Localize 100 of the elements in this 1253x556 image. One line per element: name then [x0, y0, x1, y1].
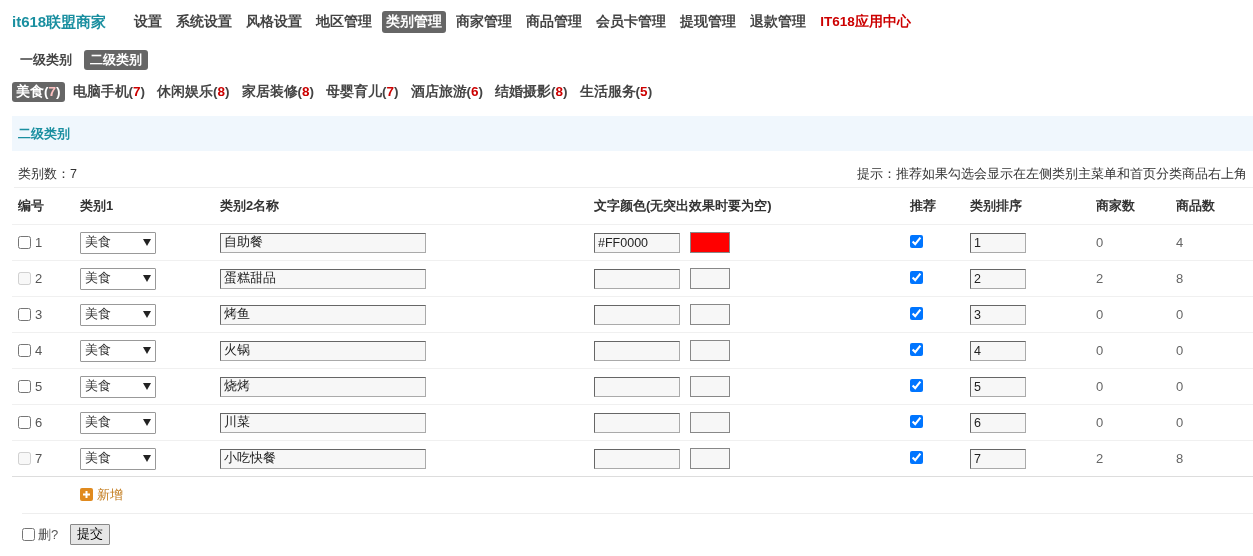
- color-swatch[interactable]: [690, 232, 730, 253]
- category-select[interactable]: 美食: [80, 303, 156, 326]
- nav-tab[interactable]: 类别管理: [382, 11, 447, 33]
- caret-icon: [143, 275, 151, 282]
- delete-label: 删?: [38, 525, 59, 544]
- color-swatch[interactable]: [690, 376, 730, 397]
- nav-tab[interactable]: 商品管理: [522, 11, 587, 33]
- category-tab[interactable]: 家居装修(8): [237, 82, 319, 102]
- nav-tab[interactable]: 商家管理: [452, 11, 517, 33]
- goods-count: 8: [1176, 271, 1184, 286]
- submit-button[interactable]: 提交: [70, 524, 111, 545]
- caret-icon: [143, 383, 151, 390]
- column-header: 文字颜色(无突出效果时要为空): [594, 198, 772, 213]
- row-checkbox[interactable]: [18, 380, 31, 393]
- caret-icon: [143, 347, 151, 354]
- column-header: 商品数: [1176, 198, 1215, 213]
- caret-icon: [143, 419, 151, 426]
- nav-tab[interactable]: 会员卡管理: [592, 11, 671, 33]
- color-field[interactable]: [594, 412, 680, 433]
- color-field[interactable]: [594, 448, 680, 469]
- color-field[interactable]: [594, 340, 680, 361]
- color-swatch[interactable]: [690, 448, 730, 469]
- category-tab[interactable]: 结婚摄影(8): [491, 82, 572, 102]
- goods-count: 4: [1176, 235, 1184, 250]
- color-swatch[interactable]: [690, 268, 730, 289]
- goods-count: 0: [1176, 307, 1184, 322]
- row-checkbox[interactable]: [18, 308, 31, 321]
- category-tab[interactable]: 休闲娱乐(8): [153, 82, 234, 102]
- name-field[interactable]: 川菜: [220, 412, 426, 433]
- category-tab[interactable]: 生活服务(5): [575, 82, 657, 102]
- recommend-checkbox[interactable]: [910, 234, 923, 248]
- color-swatch[interactable]: [690, 412, 730, 433]
- color-field[interactable]: [594, 268, 680, 289]
- delete-checkbox[interactable]: [22, 528, 35, 541]
- caret-icon: [143, 455, 151, 462]
- category-select[interactable]: 美食: [80, 375, 156, 398]
- category-count: 类别数：7: [18, 165, 77, 183]
- level-tab[interactable]: 一级类别: [14, 50, 78, 70]
- row-number: 7: [35, 451, 43, 466]
- merchant-count: 2: [1096, 451, 1104, 466]
- category-tab[interactable]: 电脑手机(7): [68, 82, 150, 102]
- name-field[interactable]: 烤鱼: [220, 304, 426, 325]
- color-field[interactable]: [594, 304, 680, 325]
- merchant-count: 0: [1096, 235, 1104, 250]
- order-field[interactable]: 6: [970, 412, 1026, 433]
- row-checkbox[interactable]: [18, 344, 31, 357]
- row-number: 3: [35, 307, 43, 322]
- merchant-count: 0: [1096, 379, 1104, 394]
- row-number: 1: [35, 235, 43, 250]
- name-field[interactable]: 自助餐: [220, 232, 426, 253]
- merchant-count: 0: [1096, 307, 1104, 322]
- name-field[interactable]: 火锅: [220, 340, 426, 361]
- color-field[interactable]: #FF0000: [594, 232, 680, 253]
- recommend-checkbox[interactable]: [910, 378, 923, 392]
- nav-tab[interactable]: 退款管理: [746, 11, 811, 33]
- nav-tab[interactable]: 地区管理: [312, 11, 377, 33]
- category-tab[interactable]: 母婴育儿(7): [322, 82, 403, 102]
- category-select[interactable]: 美食: [80, 231, 156, 254]
- merchant-count: 2: [1096, 271, 1104, 286]
- plus-icon: [80, 488, 93, 502]
- column-header: 类别排序: [970, 198, 1022, 213]
- nav-tab[interactable]: 风格设置: [242, 11, 307, 33]
- column-header: 类别1: [80, 198, 114, 213]
- row-number: 2: [35, 271, 43, 286]
- merchant-count: 0: [1096, 415, 1104, 430]
- merchant-count: 0: [1096, 343, 1104, 358]
- row-number: 6: [35, 415, 43, 430]
- name-field[interactable]: 烧烤: [220, 376, 426, 397]
- hint-text: 提示：推荐如果勾选会显示在左侧类别主菜单和首页分类商品右上角: [857, 165, 1247, 183]
- nav-tab[interactable]: 设置: [130, 11, 167, 33]
- add-link[interactable]: 新增: [80, 485, 123, 504]
- caret-icon: [143, 239, 151, 246]
- column-header: 商家数: [1096, 198, 1135, 213]
- recommend-checkbox[interactable]: [910, 342, 923, 356]
- level-tab[interactable]: 二级类别: [84, 50, 148, 70]
- order-field[interactable]: 3: [970, 304, 1026, 325]
- order-field[interactable]: 5: [970, 376, 1026, 397]
- order-field[interactable]: 4: [970, 340, 1026, 361]
- nav-tab[interactable]: 系统设置: [172, 11, 237, 33]
- section-title: 二级类别: [18, 124, 70, 143]
- order-field[interactable]: 1: [970, 232, 1026, 253]
- category-tab[interactable]: 酒店旅游(6): [406, 82, 488, 102]
- row-number: 5: [35, 379, 43, 394]
- nav-tab[interactable]: IT618应用中心: [816, 11, 915, 33]
- goods-count: 0: [1176, 379, 1184, 394]
- goods-count: 8: [1176, 451, 1184, 466]
- recommend-checkbox[interactable]: [910, 414, 923, 428]
- goods-count: 0: [1176, 415, 1184, 430]
- recommend-checkbox[interactable]: [910, 306, 923, 320]
- category-select[interactable]: 美食: [80, 411, 156, 434]
- row-checkbox[interactable]: [18, 416, 31, 429]
- row-checkbox[interactable]: [18, 236, 31, 249]
- color-field[interactable]: [594, 376, 680, 397]
- color-swatch[interactable]: [690, 304, 730, 325]
- column-header: 推荐: [910, 198, 936, 213]
- color-swatch[interactable]: [690, 340, 730, 361]
- nav-tab[interactable]: 提现管理: [676, 11, 741, 33]
- category-select[interactable]: 美食: [80, 339, 156, 362]
- column-header: 编号: [18, 198, 44, 213]
- category-tab[interactable]: 美食(7): [12, 82, 65, 102]
